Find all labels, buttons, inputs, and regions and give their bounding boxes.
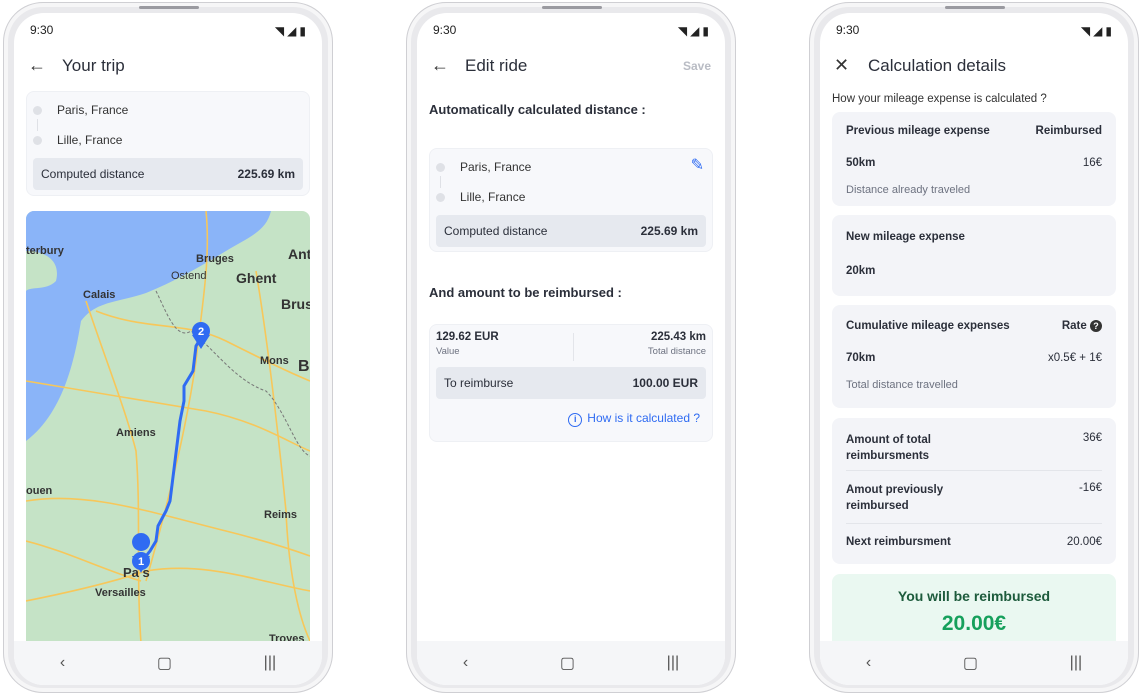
system-nav-bar: ‹ ▢ ||| bbox=[820, 641, 1128, 685]
map-label: ouen bbox=[26, 485, 53, 497]
section-title-distance: Automatically calculated distance : bbox=[429, 102, 646, 117]
nav-home-icon[interactable]: ▢ bbox=[963, 653, 978, 673]
stop-origin: Paris, France bbox=[27, 95, 309, 125]
how-calculated-link[interactable]: i How is it calculated ? bbox=[430, 399, 712, 427]
map-label: Mons bbox=[260, 355, 289, 367]
cumulative-card: Cumulative mileage expenses Rate ? 70km x0… bbox=[832, 305, 1116, 408]
summary-row: Amount of total reimbursments 36€ bbox=[846, 432, 1102, 462]
stop-destination: Lille, France bbox=[430, 182, 712, 212]
phone-frame: 9:30 ◥ ◢ ▮ ← Edit ride Save Automatically cal… bbox=[406, 2, 736, 693]
signal-icon: ◢ bbox=[1093, 24, 1103, 38]
status-bar: 9:30 ◥ ◢ ▮ bbox=[433, 23, 709, 39]
phone-frame: 9:30 ◥ ◢ ▮ ✕ Calculation details How your mi… bbox=[809, 2, 1139, 693]
summary-row: Next reimbursment 20.00€ bbox=[846, 536, 1102, 548]
trip-card: Paris, France Lille, France Computed dis… bbox=[26, 91, 310, 196]
new-expense-card: New mileage expense 20km bbox=[832, 215, 1116, 296]
system-nav-bar: ‹ ▢ ||| bbox=[14, 641, 322, 685]
stop-destination: Lille, France bbox=[27, 125, 309, 155]
to-reimburse: To reimburse 100.00 EUR bbox=[436, 367, 706, 399]
page-title: Edit ride bbox=[465, 55, 528, 75]
nav-back-icon[interactable]: ‹ bbox=[463, 654, 468, 672]
battery-icon: ▮ bbox=[1105, 24, 1112, 38]
nav-recents-icon[interactable]: ||| bbox=[264, 654, 276, 672]
status-bar: 9:30 ◥ ◢ ▮ bbox=[30, 23, 306, 39]
map-label: Calais bbox=[83, 289, 115, 301]
speaker bbox=[542, 6, 602, 9]
wifi-icon: ◥ bbox=[274, 24, 285, 38]
phone-frame: 9:30 ◥ ◢ ▮ ← Your trip Paris, France Lille, … bbox=[3, 2, 333, 693]
section-title-amount: And amount to be reimbursed : bbox=[429, 285, 622, 300]
map-label: Amiens bbox=[116, 427, 156, 439]
distance-card: Paris, France Lille, France ✎ Computed d… bbox=[429, 148, 713, 252]
map-label: Ostend bbox=[171, 270, 206, 282]
computed-distance: Computed distance 225.69 km bbox=[33, 158, 303, 190]
save-button[interactable]: Save bbox=[683, 59, 711, 73]
computed-distance: Computed distance 225.69 km bbox=[436, 215, 706, 247]
battery-icon: ▮ bbox=[299, 24, 306, 38]
back-arrow-icon[interactable]: ← bbox=[28, 55, 52, 76]
status-bar: 9:30 ◥ ◢ ▮ bbox=[836, 23, 1112, 39]
speaker bbox=[139, 6, 199, 9]
signal-icon: ◢ bbox=[690, 24, 700, 38]
nav-home-icon[interactable]: ▢ bbox=[157, 653, 172, 673]
reimbursed-badge: Reimbursed bbox=[1035, 125, 1102, 137]
amount-card: 129.62 EUR Value 225.43 km Total distance … bbox=[429, 324, 713, 442]
info-icon: i bbox=[568, 413, 583, 427]
nav-home-icon[interactable]: ▢ bbox=[560, 653, 575, 673]
map-label: terbury bbox=[26, 245, 65, 257]
map-label: Versailles bbox=[95, 587, 146, 599]
origin-dot-icon bbox=[436, 162, 445, 172]
status-time: 9:30 bbox=[30, 23, 54, 37]
route-map[interactable]: terbury Bruges Ostend Ghent Ant Calais B… bbox=[26, 211, 310, 643]
wifi-icon: ◥ bbox=[677, 24, 688, 38]
your-trip-screen: 9:30 ◥ ◢ ▮ ← Your trip Paris, France Lille, … bbox=[14, 13, 322, 685]
status-time: 9:30 bbox=[433, 23, 457, 37]
status-time: 9:30 bbox=[836, 23, 860, 37]
previous-expense-card: Previous mileage expense Reimbursed 50km 1… bbox=[832, 112, 1116, 206]
map-label: B bbox=[298, 358, 310, 375]
divider bbox=[572, 333, 574, 361]
wifi-icon: ◥ bbox=[1080, 24, 1091, 38]
map-label: Brus bbox=[281, 296, 310, 312]
stop-origin: Paris, France bbox=[430, 152, 712, 182]
destination-dot-icon bbox=[33, 135, 42, 145]
battery-icon: ▮ bbox=[702, 24, 709, 38]
total-distance-block: 225.43 km Total distance bbox=[647, 331, 706, 357]
edit-ride-screen: 9:30 ◥ ◢ ▮ ← Edit ride Save Automatically cal… bbox=[417, 13, 725, 685]
svg-text:2: 2 bbox=[198, 326, 204, 338]
help-icon[interactable]: ? bbox=[1090, 320, 1102, 332]
map-label: Ghent bbox=[236, 270, 277, 286]
value-block: 129.62 EUR Value bbox=[436, 331, 499, 357]
calculation-details-screen: 9:30 ◥ ◢ ▮ ✕ Calculation details How your mi… bbox=[820, 13, 1128, 685]
destination-dot-icon bbox=[436, 192, 445, 202]
speaker bbox=[945, 6, 1005, 9]
nav-recents-icon[interactable]: ||| bbox=[667, 654, 679, 672]
map-label: Bruges bbox=[196, 253, 234, 265]
system-nav-bar: ‹ ▢ ||| bbox=[417, 641, 725, 685]
map-label: Ant bbox=[288, 246, 310, 262]
nav-back-icon[interactable]: ‹ bbox=[866, 654, 871, 672]
signal-icon: ◢ bbox=[287, 24, 297, 38]
edit-pencil-icon[interactable]: ✎ bbox=[691, 155, 704, 175]
page-title: Calculation details bbox=[868, 55, 1006, 75]
back-arrow-icon[interactable]: ← bbox=[431, 55, 455, 76]
summary-card: Amount of total reimbursments 36€ Amout p… bbox=[832, 418, 1116, 564]
nav-recents-icon[interactable]: ||| bbox=[1070, 654, 1082, 672]
map-label: Reims bbox=[264, 509, 297, 521]
page-title: Your trip bbox=[62, 55, 125, 75]
nav-back-icon[interactable]: ‹ bbox=[60, 654, 65, 672]
subtitle: How your mileage expense is calculated ? bbox=[832, 93, 1047, 105]
origin-dot-icon bbox=[33, 105, 42, 115]
summary-row: Amout previously reimbursed -16€ bbox=[846, 482, 1102, 512]
svg-text:1: 1 bbox=[138, 556, 144, 568]
close-icon[interactable]: ✕ bbox=[834, 55, 858, 76]
